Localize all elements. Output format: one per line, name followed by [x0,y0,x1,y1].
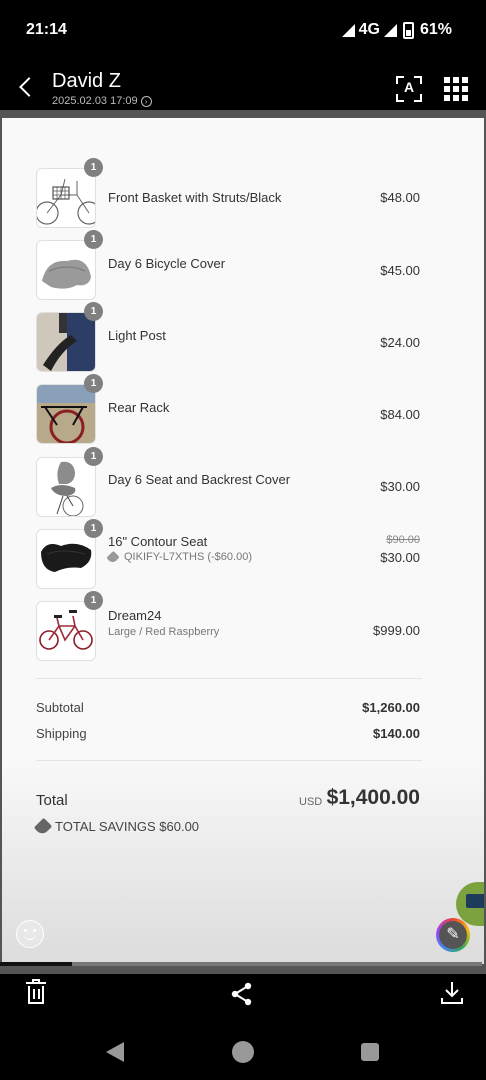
battery-icon [402,21,414,39]
quantity-badge: 1 [84,519,103,538]
download-icon [441,982,463,1004]
tag-icon [106,550,120,564]
divider [36,678,422,679]
status-bar: 21:14 4G 61% [0,0,486,60]
quantity-badge: 1 [84,302,103,321]
bicycle-cover-image [42,259,91,289]
quantity-badge: 1 [84,591,103,610]
nav-home-button[interactable] [232,1041,254,1063]
total-value: $1,400.00 [326,786,420,809]
scroll-progress [0,962,482,966]
list-item: 1 Light Post $24.00 [2,302,484,372]
trash-icon [26,979,46,984]
item-price: $30.00 [380,550,420,565]
shipping-label: Shipping [36,726,87,741]
chat-icon [466,894,484,908]
product-thumbnail [36,457,96,517]
back-arrow-icon [19,77,39,97]
total-label: Total [36,792,68,809]
light-post-image [37,313,95,371]
viewer-header: David Z 2025.02.03 17:09 › A [0,60,486,112]
original-price: $90.00 [386,534,420,546]
rear-rack-image [37,385,95,443]
item-name: Light Post [108,328,166,343]
signal-icon [341,23,355,37]
shipping-value: $140.00 [373,726,420,741]
nav-back-button[interactable] [106,1042,124,1062]
signal-icon-2 [383,23,397,37]
nav-recents-button[interactable] [361,1043,379,1061]
back-button[interactable] [16,74,40,98]
divider [36,760,422,761]
scroll-progress-fill [0,962,72,966]
share-icon [231,982,252,1006]
delete-button[interactable] [26,979,46,1004]
system-navigation-bar [0,1018,486,1080]
product-thumbnail [36,312,96,372]
subtotal-label: Subtotal [36,700,84,715]
product-thumbnail [36,240,96,300]
text-recognition-button[interactable]: A [396,76,422,102]
item-name: Day 6 Seat and Backrest Cover [108,472,291,487]
download-button[interactable] [440,980,464,1006]
action-bar [0,974,486,1018]
discount-code: QIKIFY-L7XTHS (-$60.00) [106,550,252,564]
item-name: Day 6 Bicycle Cover [108,256,226,271]
item-name: 16" Contour Seat [108,534,208,549]
product-thumbnail [36,601,96,661]
quantity-badge: 1 [84,230,103,249]
savings-text: TOTAL SAVINGS $60.00 [55,819,200,834]
item-name: Dream24 [108,608,162,623]
status-time: 21:14 [26,21,67,38]
network-type: 4G [358,21,380,38]
item-variant: Large / Red Raspberry [108,626,220,638]
text-recognition-icon: A [403,79,415,95]
item-name: Front Basket with Struts/Black [108,190,282,205]
product-thumbnail [36,384,96,444]
item-price: $45.00 [380,263,420,278]
tag-icon [33,817,53,836]
list-item: 1 Day 6 Bicycle Cover $45.00 [2,230,484,300]
item-price: $24.00 [380,335,420,350]
list-item: 1 Day 6 Seat and Backrest Cover $30.00 [2,447,484,517]
status-icons: 4G 61% [341,21,452,39]
currency-label: USD [299,796,323,808]
quantity-badge: 1 [84,158,103,177]
pencil-icon: ✎ [439,921,467,949]
product-thumbnail [36,529,96,589]
page-subtitle[interactable]: 2025.02.03 17:09 › [52,95,152,107]
item-name: Rear Rack [108,400,170,415]
seat-cover-image [51,461,84,516]
list-item: 1 Rear Rack $84.00 [2,374,484,444]
quantity-badge: 1 [84,447,103,466]
quantity-badge: 1 [84,374,103,393]
share-button[interactable] [230,981,254,1007]
edit-button[interactable]: ✎ [436,918,470,952]
total-savings: TOTAL SAVINGS $60.00 [33,817,200,836]
contour-seat-image [41,543,92,572]
list-item: 1 16" Contour Seat QIKIFY-L7XTHS (-$60.0… [2,519,484,589]
smiley-icon[interactable] [16,920,44,948]
grid-button[interactable] [444,77,468,101]
product-thumbnail [36,168,96,228]
item-price: $30.00 [380,479,420,494]
discount-text: QIKIFY-L7XTHS (-$60.00) [124,551,252,563]
list-item: 1 Front Basket with Struts/Black $48.00 [2,158,484,228]
subtotal-value: $1,260.00 [362,700,420,715]
item-price: $48.00 [380,190,420,205]
item-price: $999.00 [373,623,420,638]
battery-level: 61% [419,21,452,38]
receipt-document: 1 Front Basket with Struts/Black $48.00 … [2,118,484,964]
timestamp: 2025.02.03 17:09 [52,95,138,107]
list-item: 1 Dream24 Large / Red Raspberry $999.00 [2,591,484,661]
image-viewer[interactable]: 1 Front Basket with Struts/Black $48.00 … [0,110,486,974]
item-price: $84.00 [380,407,420,422]
page-title: David Z [52,70,121,92]
bicycle-image [39,610,93,650]
basket-image [37,178,95,225]
chevron-right-icon: › [140,95,152,107]
